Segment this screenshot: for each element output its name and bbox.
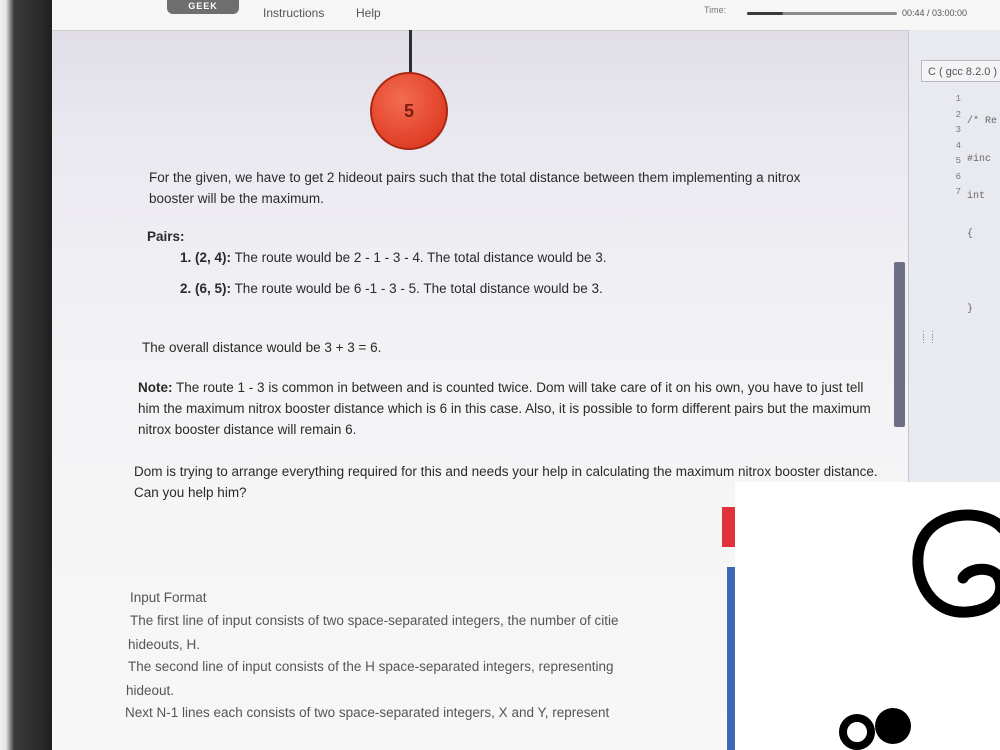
monitor-bezel: [0, 0, 52, 750]
pair-item: 1. (2, 4): The route would be 2 - 1 - 3 …: [180, 247, 780, 268]
time-progress-bar: [747, 12, 897, 15]
nav-instructions-link[interactable]: Instructions: [263, 6, 324, 20]
input-format-line: hideouts, H.: [128, 637, 201, 652]
resize-grip-icon[interactable]: ⋮⋮ ⋮⋮: [919, 330, 937, 362]
line-number: 2: [955, 109, 961, 120]
input-format-line: Next N-1 lines each consists of two spac…: [125, 705, 610, 720]
pair-description: The route would be 6 -1 - 3 - 5. The tot…: [234, 281, 603, 296]
time-label: Time:: [704, 5, 727, 15]
code-line: {: [967, 228, 974, 240]
letter-g-drawing: [912, 509, 1000, 618]
language-select[interactable]: C ( gcc 8.2.0 ): [921, 60, 1000, 82]
overlay-sticker: [735, 482, 1000, 750]
pairs-heading: Pairs:: [147, 229, 185, 244]
pair-item: 2. (6, 5): The route would be 6 -1 - 3 -…: [180, 278, 780, 299]
side-tab-red[interactable]: [722, 507, 735, 547]
code-line: }: [967, 303, 974, 315]
input-format-title: Input Format: [130, 590, 207, 605]
line-number-gutter: 1 2 3 4 5 6 7: [925, 94, 961, 203]
problem-scrollbar[interactable]: [894, 262, 905, 427]
side-tab-blue[interactable]: [727, 567, 735, 750]
input-format-line: The first line of input consists of two …: [130, 613, 619, 628]
intro-text: For the given, we have to get 2 hideout …: [149, 170, 801, 206]
logo: GEEK: [167, 0, 239, 14]
pair-value: (6, 5):: [195, 281, 232, 296]
pair-value: (2, 4):: [195, 250, 232, 265]
line-number: 1: [955, 94, 961, 104]
top-bar: GEEK Instructions Help Time: 00:44 / 03:…: [52, 0, 1000, 31]
code-line: #inc: [967, 153, 992, 165]
pair-number: 1.: [180, 250, 192, 265]
tree-node: 5: [370, 72, 448, 150]
time-progress-fill: [747, 12, 783, 15]
tree-edge: [409, 30, 412, 74]
line-number: 7: [955, 187, 961, 197]
note-label: Note:: [138, 380, 173, 395]
note-text: Note: The route 1 - 3 is common in betwe…: [138, 377, 883, 440]
note-body: The route 1 - 3 is common in between and…: [138, 380, 871, 437]
code-text[interactable]: /* Re #inc int { }: [967, 94, 1000, 379]
line-number: 3: [955, 125, 961, 135]
input-format-line: The second line of input consists of the…: [128, 659, 614, 674]
line-number: 6: [955, 171, 961, 182]
overall-distance-text: The overall distance would be 3 + 3 = 6.: [142, 340, 382, 355]
nav-help-link[interactable]: Help: [356, 6, 381, 20]
input-format-line: hideout.: [126, 683, 175, 698]
time-value: 00:44 / 03:00:00: [902, 8, 968, 18]
line-number: 5: [955, 156, 961, 166]
code-line: /* Re: [967, 116, 998, 127]
pair-description: The route would be 2 - 1 - 3 - 4. The to…: [234, 250, 607, 265]
pair-number: 2.: [180, 281, 192, 296]
dots-drawing: [839, 708, 911, 750]
code-line: int: [967, 191, 986, 202]
line-number: 4: [955, 140, 961, 151]
